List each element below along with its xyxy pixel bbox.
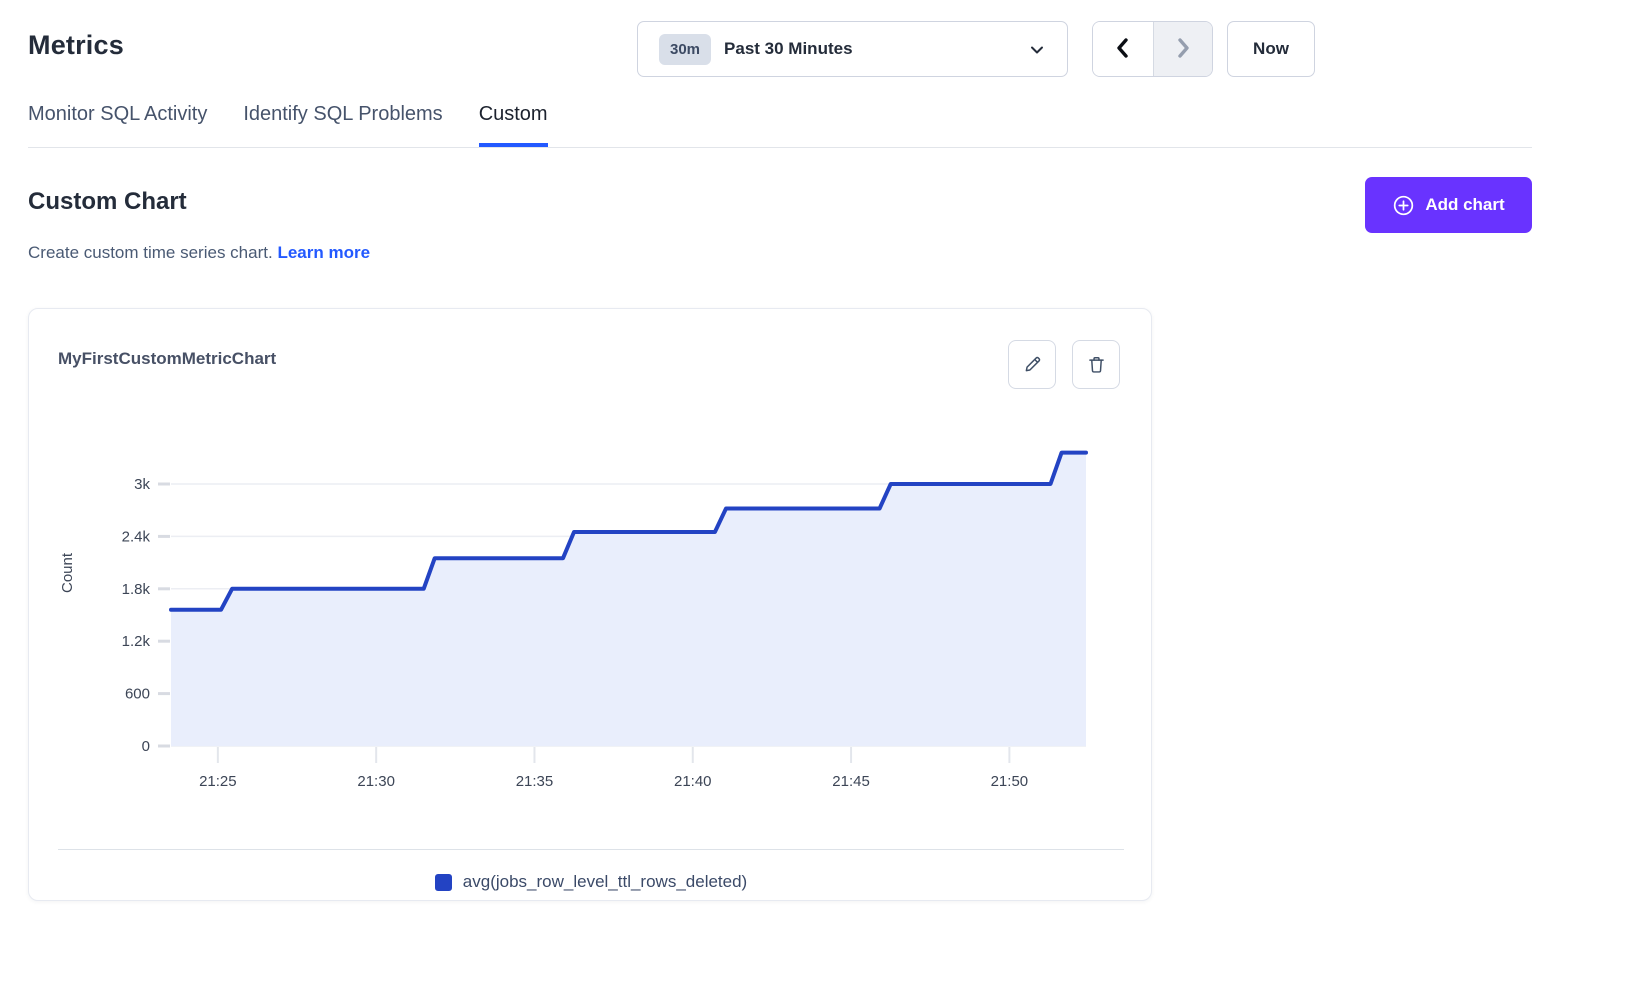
- section-description: Create custom time series chart. Learn m…: [28, 243, 370, 263]
- chevron-down-icon: [1029, 42, 1045, 63]
- tab-monitor-sql-activity[interactable]: Monitor SQL Activity: [28, 103, 207, 147]
- delete-chart-button[interactable]: [1072, 340, 1120, 389]
- edit-chart-button[interactable]: [1008, 340, 1056, 389]
- x-tick-label: 21:25: [199, 773, 237, 790]
- y-tick-label: 600: [125, 686, 150, 703]
- trash-icon: [1086, 354, 1107, 375]
- chevron-left-icon: [1113, 36, 1133, 63]
- section-heading: Custom Chart: [28, 188, 187, 216]
- time-nav-group: [1092, 21, 1213, 77]
- pencil-icon: [1022, 354, 1043, 375]
- x-tick-label: 21:35: [516, 773, 554, 790]
- chart-legend: avg(jobs_row_level_ttl_rows_deleted): [58, 849, 1124, 892]
- metrics-tabs: Monitor SQL Activity Identify SQL Proble…: [28, 103, 1532, 148]
- plus-circle-icon: [1392, 194, 1415, 217]
- page-title: Metrics: [28, 30, 124, 61]
- legend-item: avg(jobs_row_level_ttl_rows_deleted): [435, 872, 747, 892]
- time-range-dropdown[interactable]: 30m Past 30 Minutes: [637, 21, 1068, 77]
- series-area: [171, 453, 1086, 746]
- custom-metric-chart: 0 600 1.2k 1.8k 2.4k 3k 21:25 21:30 21:35 21:40 21…: [58, 421, 1124, 801]
- y-tick-label: 1.8k: [122, 581, 151, 598]
- legend-label: avg(jobs_row_level_ttl_rows_deleted): [463, 872, 747, 892]
- section-description-text: Create custom time series chart.: [28, 243, 273, 262]
- x-tick-label: 21:40: [674, 773, 712, 790]
- time-range-badge: 30m: [659, 34, 711, 65]
- y-tick-label: 0: [142, 738, 150, 755]
- metrics-page: Metrics 30m Past 30 Minutes Now Monitor …: [0, 0, 1650, 982]
- x-tick-label: 21:50: [991, 773, 1029, 790]
- x-tick-label: 21:45: [832, 773, 870, 790]
- chevron-right-icon: [1173, 36, 1193, 63]
- tab-identify-sql-problems[interactable]: Identify SQL Problems: [243, 103, 442, 147]
- tab-custom[interactable]: Custom: [479, 103, 548, 147]
- y-tick-label: 1.2k: [122, 633, 151, 650]
- now-button[interactable]: Now: [1227, 21, 1315, 77]
- y-tick-label: 2.4k: [122, 528, 151, 545]
- time-prev-button[interactable]: [1093, 22, 1153, 76]
- x-tick-label: 21:30: [357, 773, 395, 790]
- add-chart-button[interactable]: Add chart: [1365, 177, 1532, 233]
- time-range-label: Past 30 Minutes: [724, 39, 853, 59]
- legend-swatch: [435, 874, 452, 891]
- time-next-button[interactable]: [1153, 22, 1213, 76]
- y-tick-label: 3k: [134, 476, 150, 493]
- chart-title: MyFirstCustomMetricChart: [58, 349, 276, 369]
- y-axis-title: Count: [59, 552, 76, 593]
- custom-chart-card: MyFirstCustomMetricChart 0 600 1.2k 1.8k 2.4…: [28, 308, 1152, 901]
- add-chart-label: Add chart: [1425, 195, 1504, 215]
- learn-more-link[interactable]: Learn more: [277, 243, 370, 262]
